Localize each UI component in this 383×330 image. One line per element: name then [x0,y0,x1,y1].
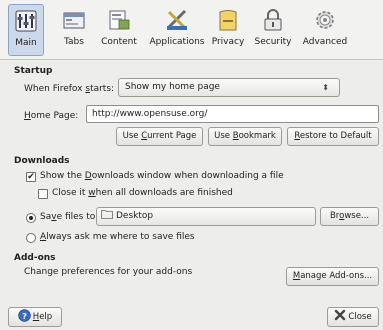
show-downloads-label: Show the Downloads window when downloadi… [40,171,284,181]
chevron-updown-icon: ⬍ [322,83,329,92]
save-files-label: Save files to [40,212,96,222]
tab-main[interactable]: Main [8,4,44,56]
tab-label: Tabs [64,37,84,47]
tab-label: Advanced [302,37,348,47]
help-button[interactable]: ? Help [8,307,62,327]
privacy-icon [219,10,237,31]
home-page-label: Home Page: [24,111,79,121]
home-page-input[interactable] [86,105,379,123]
manage-addons-button[interactable]: Manage Add-ons... [286,267,379,286]
tab-label: Main [15,38,37,48]
close-icon [335,309,346,321]
downloads-heading: Downloads [14,156,70,166]
tab-label: Content [101,37,137,47]
close-button[interactable]: Close [327,307,379,327]
when-starts-label: When Firefox starts: [24,84,115,94]
tab-applications[interactable]: Applications [146,4,208,56]
download-folder-field[interactable]: Desktop [96,207,316,226]
tab-privacy[interactable]: Privacy [210,4,246,56]
tab-content[interactable]: Content [98,4,140,56]
gear-icon [316,11,334,29]
applications-icon [166,9,187,30]
svg-text:?: ? [22,311,27,321]
tab-label: Privacy [211,37,245,47]
addons-description: Change preferences for your add-ons [24,267,193,277]
folder-icon [101,210,113,219]
addons-heading: Add-ons [14,253,56,263]
tab-label: Security [254,37,292,47]
lock-icon [264,9,282,31]
help-icon: ? [18,309,31,322]
browse-button[interactable]: Browse... [320,207,379,226]
restore-default-button[interactable]: Restore to Default [287,127,379,146]
tab-label: Applications [149,37,205,47]
radio-selected-dot [29,216,33,220]
always-ask-radio[interactable] [26,233,36,243]
close-when-done-checkbox[interactable] [38,189,48,199]
tab-tabs[interactable]: Tabs [56,4,92,56]
use-bookmark-button[interactable]: Use Bookmark [208,127,282,146]
close-when-done-label: Close it when all downloads are finished [52,188,233,198]
startup-behavior-select[interactable]: Show my home page ⬍ [118,78,340,97]
tab-security[interactable]: Security [253,4,293,56]
tabs-icon [63,12,85,29]
startup-heading: Startup [14,66,53,76]
use-current-page-button[interactable]: Use Current Page [116,127,203,146]
show-downloads-checkbox[interactable]: ✔ [26,172,36,182]
tab-advanced[interactable]: Advanced [301,4,349,56]
save-files-radio[interactable] [26,213,36,223]
content-icon [109,10,130,30]
main-prefs-icon [15,10,37,32]
preferences-toolbar: Main Tabs Content Applications Privacy S… [0,0,383,60]
always-ask-label: Always ask me where to save files [40,232,195,242]
